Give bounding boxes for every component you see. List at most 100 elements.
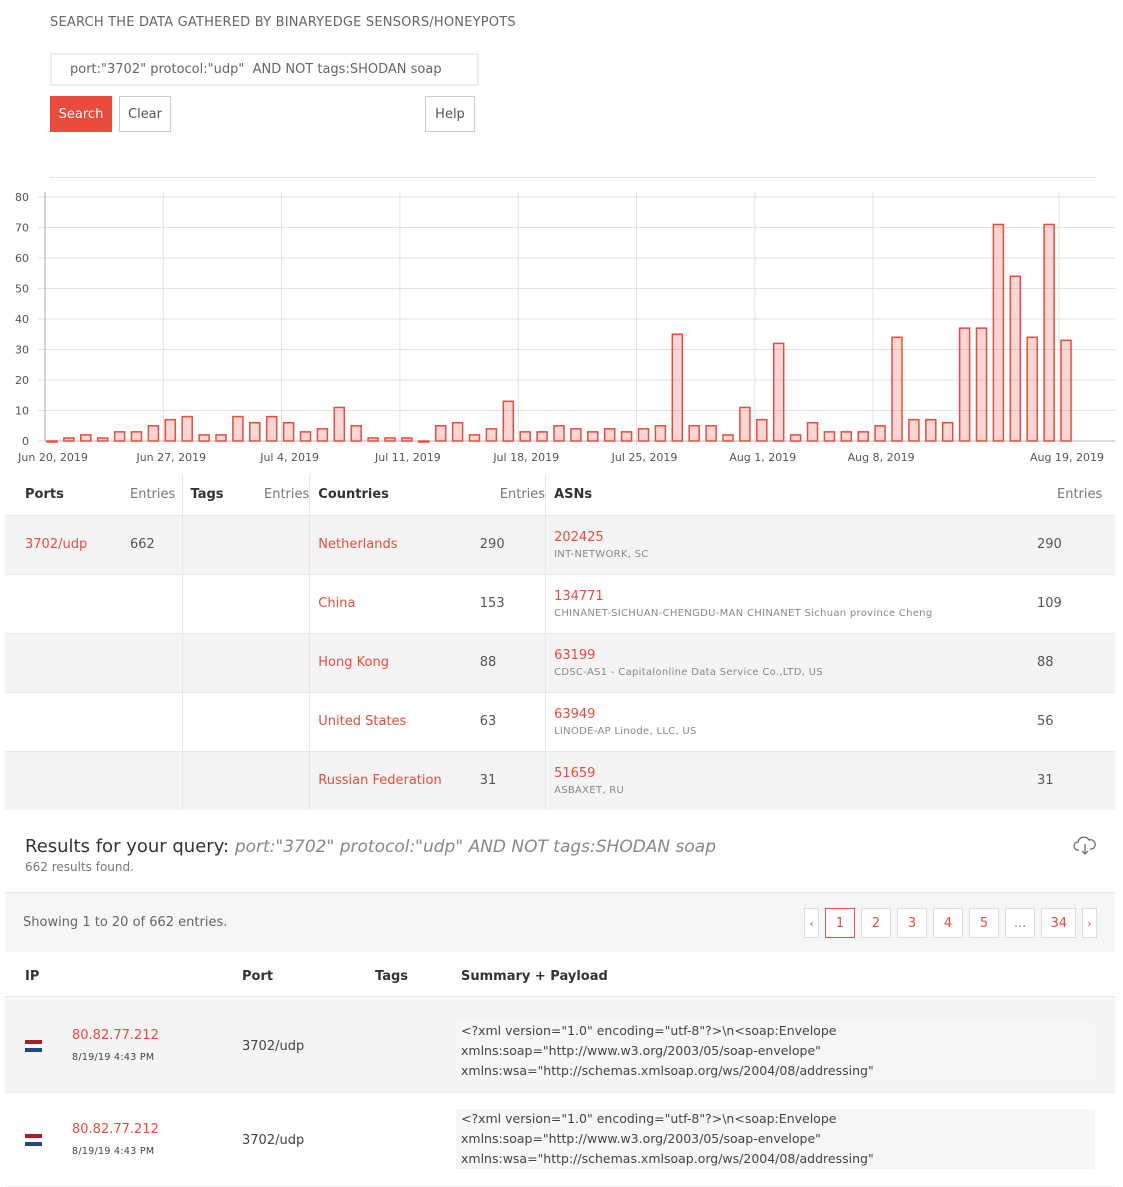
asn-link[interactable]: 51659	[554, 766, 1037, 781]
bar	[401, 437, 413, 442]
bar	[519, 431, 531, 442]
tag-entries	[244, 632, 310, 692]
y-tick-label: 80	[15, 191, 29, 204]
x-tick-label: Jun 20, 2019	[17, 451, 88, 464]
netherlands-flag-icon	[25, 1040, 42, 1052]
country-link[interactable]: China	[318, 596, 355, 611]
bar	[434, 425, 447, 442]
bar	[756, 418, 768, 442]
asn-name: CHINANET-SICHUAN-CHENGDU-MAN CHINANET Si…	[554, 607, 933, 619]
asn-entries: 88	[1037, 632, 1115, 692]
bar	[451, 421, 464, 442]
bar	[164, 418, 177, 442]
port-column: Port	[242, 969, 274, 984]
bar	[772, 342, 785, 442]
page-button[interactable]: 2	[861, 908, 892, 938]
ip-link[interactable]: 80.82.77.212	[72, 1028, 159, 1043]
bar	[789, 434, 802, 442]
x-tick-label: Aug 19, 2019	[1030, 451, 1104, 464]
bar	[367, 437, 379, 442]
asn-entries: 109	[1037, 573, 1115, 633]
asn-entries: 290	[1037, 514, 1115, 574]
tag-cell	[181, 632, 244, 692]
page-button[interactable]: ...	[1005, 908, 1036, 938]
divider	[50, 177, 1096, 178]
bar	[722, 434, 734, 442]
tag-entries	[244, 573, 310, 633]
asn-link[interactable]: 134771	[554, 589, 1037, 604]
results-count: 662 results found.	[25, 860, 134, 874]
page-button[interactable]: 34	[1041, 908, 1076, 938]
asn-entries: 56	[1037, 691, 1115, 751]
bar	[113, 431, 126, 442]
asn-link[interactable]: 63199	[554, 648, 1037, 663]
page-button[interactable]: 5	[969, 908, 1000, 938]
entries-header: Entries	[1057, 486, 1103, 502]
country-entries: 88	[479, 632, 546, 692]
result-row: 80.82.77.212 8/19/19 4:43 PM 3702/udp <?…	[5, 1093, 1115, 1187]
bar	[925, 418, 937, 442]
aggregation-row: Hong Kong 88 63199 CDSC-AS1 - Capitalonli…	[5, 632, 1115, 692]
bar	[96, 437, 109, 442]
bar	[587, 431, 599, 442]
page-button[interactable]: 4	[933, 908, 964, 938]
port-link[interactable]: 3702/udp	[25, 537, 87, 552]
asn-link[interactable]: 63949	[554, 707, 1037, 722]
page-button[interactable]: 1	[825, 908, 856, 938]
bar	[992, 223, 1005, 442]
bar	[671, 333, 684, 442]
country-link[interactable]: Hong Kong	[318, 655, 389, 670]
next-page-button[interactable]: ›	[1082, 908, 1097, 938]
prev-page-button[interactable]: ‹	[804, 908, 820, 938]
bar	[620, 431, 633, 442]
bar	[975, 327, 988, 442]
bar	[249, 421, 261, 442]
asn-name: ASBAXET, RU	[554, 784, 625, 796]
page-button[interactable]: 3	[897, 908, 928, 938]
tag-entries	[244, 514, 310, 574]
asns-header: ASNs	[545, 474, 1037, 515]
search-button[interactable]: Search	[50, 96, 112, 132]
help-button[interactable]: Help	[425, 96, 475, 132]
bar	[891, 336, 903, 442]
bar	[874, 425, 886, 442]
entries-header: Entries	[264, 486, 310, 502]
tags-column: Tags	[375, 969, 409, 984]
bar	[637, 428, 650, 442]
results-table-header: IP Port Tags Summary + Payload	[5, 952, 1115, 998]
bar	[941, 421, 954, 442]
bar	[1009, 275, 1022, 442]
country-link[interactable]: Russian Federation	[318, 773, 441, 788]
clear-button[interactable]: Clear	[119, 96, 171, 132]
payload-text: <?xml version="1.0" encoding="utf-8"?>\n…	[456, 1021, 1095, 1081]
aggregation-row: 3702/udp 662 Netherlands 290 202425 INT-N…	[5, 514, 1115, 574]
bar	[857, 431, 869, 442]
results-heading: Results for your query: port:"3702" prot…	[25, 836, 716, 857]
entries-header: Entries	[130, 486, 176, 502]
country-link[interactable]: United States	[318, 714, 406, 729]
pagination: ‹ 1 2 3 4 5... 34 ›	[804, 908, 1097, 938]
asn-link[interactable]: 202425	[554, 530, 1037, 545]
bar	[908, 418, 920, 442]
bar	[502, 400, 515, 442]
payload-text: <?xml version="1.0" encoding="utf-8"?>\n…	[456, 1109, 1095, 1169]
asn-name: LINODE-AP Linode, LLC, US	[554, 725, 697, 737]
bar	[1043, 223, 1055, 442]
bar	[823, 431, 836, 442]
bar	[688, 425, 700, 442]
bar	[739, 406, 751, 442]
search-input[interactable]	[50, 53, 479, 86]
country-link[interactable]: Netherlands	[318, 537, 397, 552]
ip-link[interactable]: 80.82.77.212	[72, 1122, 159, 1137]
bar	[536, 431, 548, 442]
bar	[468, 434, 481, 442]
cloud-download-icon[interactable]	[1073, 835, 1097, 857]
tag-cell	[181, 573, 244, 633]
bar	[282, 421, 295, 442]
asn-entries: 31	[1037, 750, 1115, 810]
bar	[958, 327, 971, 442]
port-entries: 662	[110, 514, 182, 574]
aggregation-row: Russian Federation 31 51659 ASBAXET, RU 3…	[5, 750, 1115, 810]
results-query: port:"3702" protocol:"udp" AND NOT tags:…	[234, 837, 717, 857]
ip-column: IP	[25, 969, 40, 984]
